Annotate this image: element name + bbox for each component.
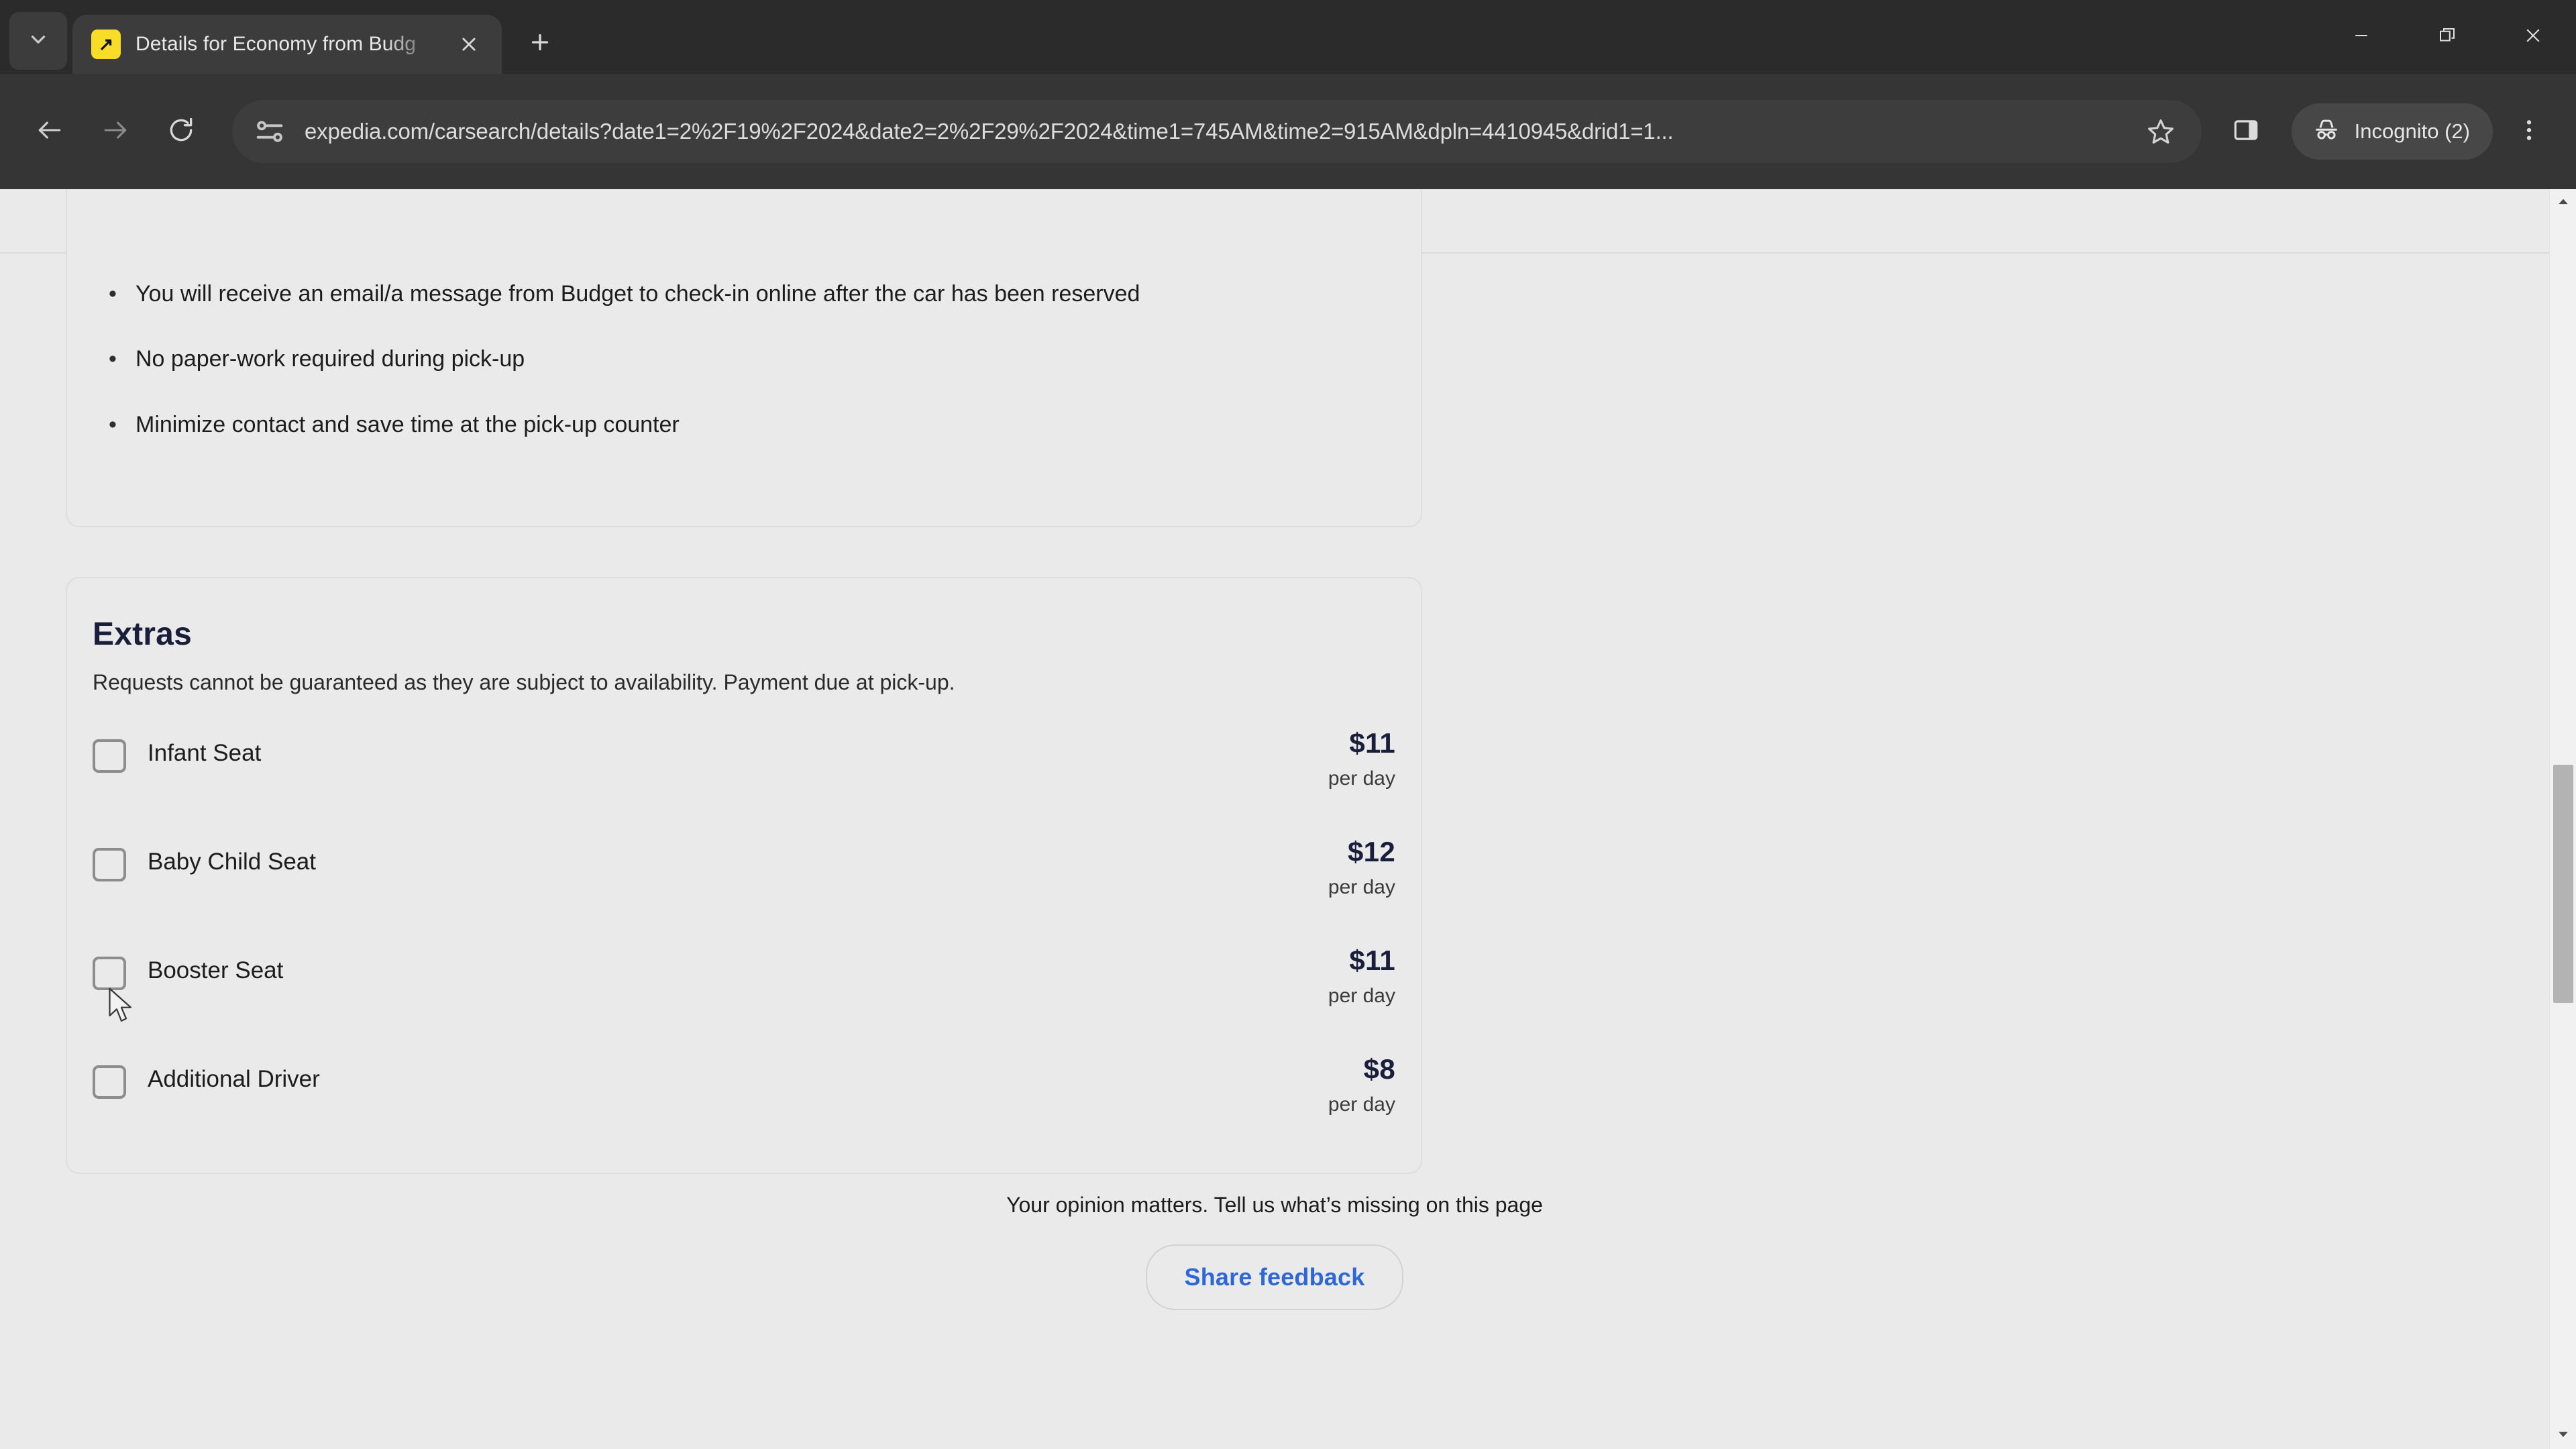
extras-price-block: $11 per day: [1328, 945, 1395, 1008]
chevron-down-icon: [27, 28, 50, 54]
tune-icon[interactable]: [252, 114, 287, 149]
restore-icon: [2437, 25, 2457, 49]
extras-card: Extras Requests cannot be guaranteed as …: [66, 577, 1422, 1174]
window-controls: [2318, 0, 2576, 74]
tab-strip: ↗ Details for Economy from Budg: [0, 0, 2576, 74]
url-text[interactable]: expedia.com/carsearch/details?date1=2%2F…: [305, 119, 2125, 144]
checkbox-baby-child-seat[interactable]: [93, 848, 126, 881]
extras-price-block: $8 per day: [1328, 1053, 1395, 1116]
reload-icon: [166, 115, 196, 148]
extras-price-unit: per day: [1328, 985, 1395, 1008]
address-bar[interactable]: expedia.com/carsearch/details?date1=2%2F…: [232, 100, 2202, 163]
back-button[interactable]: [19, 101, 80, 162]
tab-close-icon[interactable]: [453, 29, 484, 60]
extras-price-block: $11 per day: [1328, 727, 1395, 790]
caret-up-icon: [2557, 195, 2570, 211]
reload-button[interactable]: [150, 101, 212, 162]
tab-search-button[interactable]: [9, 12, 67, 70]
list-item: • No paper-work required during pick-up: [109, 343, 1381, 376]
browser-menu-button[interactable]: [2501, 101, 2557, 162]
arrow-right-icon: [101, 115, 130, 148]
extras-price-unit: per day: [1328, 1093, 1395, 1116]
tab-title: Details for Economy from Budg: [136, 33, 417, 55]
incognito-icon: [2312, 115, 2341, 148]
extras-row-additional-driver[interactable]: Additional Driver $8 per day: [67, 1053, 1421, 1163]
extras-label: Booster Seat: [148, 957, 284, 983]
extras-price: $12: [1348, 836, 1395, 867]
maximize-button[interactable]: [2404, 0, 2490, 74]
browser-toolbar: expedia.com/carsearch/details?date1=2%2F…: [0, 74, 2576, 189]
list-item: • Minimize contact and save time at the …: [109, 409, 1381, 441]
extras-price-unit: per day: [1328, 876, 1395, 899]
plus-icon: [528, 30, 552, 58]
star-icon[interactable]: [2143, 113, 2179, 150]
extras-price-block: $12 per day: [1328, 837, 1395, 899]
minimize-icon: [2351, 25, 2371, 49]
caret-down-icon: [2557, 1428, 2570, 1444]
feedback-prompt: Your opinion matters. Tell us what’s mis…: [1006, 1193, 1543, 1217]
checkbox-booster-seat[interactable]: [93, 957, 126, 990]
list-item: • You will receive an email/a message fr…: [109, 278, 1381, 311]
page-content: Overview Location Policies Extras • You …: [0, 189, 2549, 1449]
page-scrollbar[interactable]: [2549, 189, 2576, 1449]
close-icon: [2523, 25, 2543, 49]
policy-text: No paper-work required during pick-up: [136, 346, 525, 372]
extras-price-unit: per day: [1328, 767, 1395, 790]
scrollbar-thumb[interactable]: [2553, 765, 2573, 1003]
extras-heading: Extras: [93, 616, 192, 652]
forward-button[interactable]: [85, 101, 146, 162]
mouse-cursor: [107, 987, 136, 1026]
policy-text: You will receive an email/a message from…: [136, 281, 1140, 307]
minimize-button[interactable]: [2318, 0, 2404, 74]
incognito-label: Incognito (2): [2354, 119, 2470, 143]
extras-price: $11: [1349, 945, 1395, 976]
scrollbar-up-button[interactable]: [2550, 189, 2576, 216]
scrollbar-down-button[interactable]: [2550, 1422, 2576, 1449]
policy-text: Minimize contact and save time at the pi…: [136, 411, 680, 437]
browser-tab[interactable]: ↗ Details for Economy from Budg: [72, 15, 502, 74]
browser-window: ↗ Details for Economy from Budg expedia.…: [0, 0, 2576, 1449]
incognito-indicator[interactable]: Incognito (2): [2291, 103, 2493, 160]
close-window-button[interactable]: [2490, 0, 2576, 74]
checkbox-additional-driver[interactable]: [93, 1065, 126, 1099]
bullet-icon: •: [109, 346, 117, 372]
side-panel-button[interactable]: [2216, 102, 2275, 161]
arrow-left-icon: [35, 115, 64, 148]
policies-bullet-list: • You will receive an email/a message fr…: [67, 189, 1421, 441]
extras-row-booster-seat[interactable]: Booster Seat $11 per day: [67, 945, 1421, 1055]
extras-price: $11: [1349, 727, 1395, 759]
bullet-icon: •: [109, 411, 117, 437]
more-vertical-icon: [2516, 117, 2542, 147]
extras-label: Baby Child Seat: [148, 849, 316, 875]
new-tab-button[interactable]: [517, 20, 564, 67]
feedback-section: Your opinion matters. Tell us what’s mis…: [0, 1193, 2549, 1310]
bullet-icon: •: [109, 281, 117, 307]
page-viewport: Overview Location Policies Extras • You …: [0, 189, 2576, 1449]
extras-price: $8: [1363, 1053, 1395, 1085]
side-panel-icon: [2232, 116, 2260, 148]
expedia-favicon-icon: ↗: [91, 30, 121, 59]
checkbox-infant-seat[interactable]: [93, 739, 126, 773]
extras-row-baby-child-seat[interactable]: Baby Child Seat $12 per day: [67, 837, 1421, 946]
extras-row-infant-seat[interactable]: Infant Seat $11 per day: [67, 727, 1421, 837]
extras-label: Additional Driver: [148, 1066, 320, 1092]
extras-label: Infant Seat: [148, 740, 262, 766]
extras-list: Infant Seat $11 per day Baby Child Seat …: [67, 695, 1421, 1163]
extras-subtitle: Requests cannot be guaranteed as they ar…: [93, 670, 955, 694]
policies-card: • You will receive an email/a message fr…: [66, 189, 1422, 527]
share-feedback-button[interactable]: Share feedback: [1145, 1244, 1404, 1310]
